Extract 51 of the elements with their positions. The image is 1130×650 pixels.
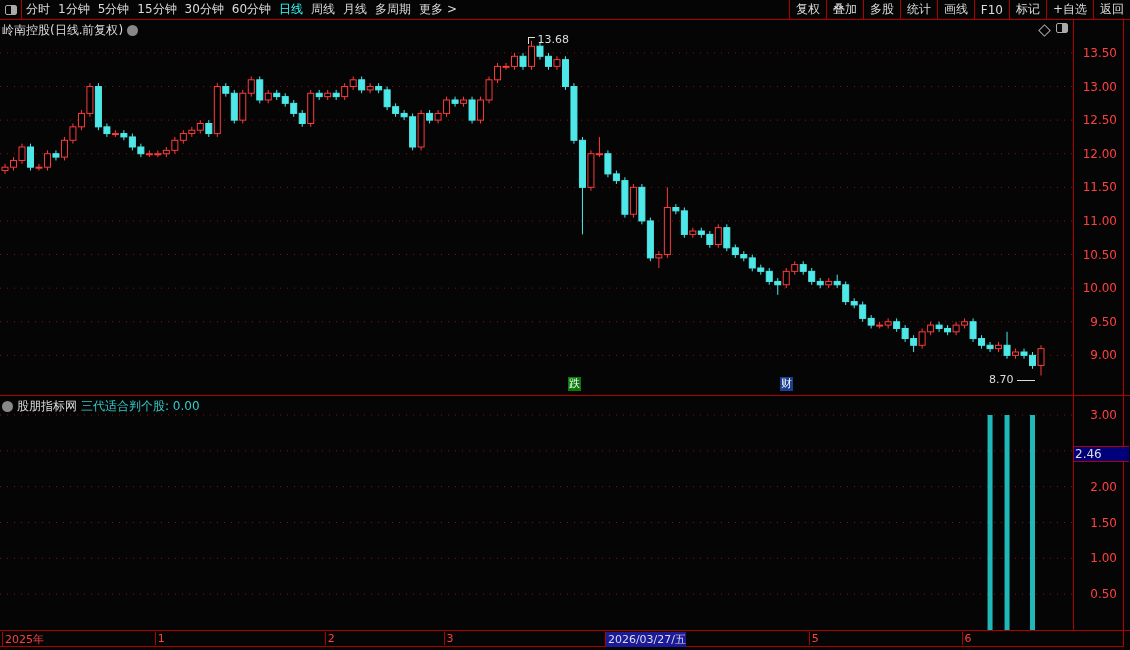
period-tab[interactable]: 30分钟: [180, 0, 228, 19]
date-label: 6: [961, 632, 972, 645]
date-label: 5: [808, 632, 819, 645]
period-tab[interactable]: 周线: [307, 0, 340, 19]
toolbar-button[interactable]: F10: [973, 0, 1009, 19]
panel-toggle-icon[interactable]: [1056, 23, 1068, 33]
axis-label: 11.50: [1082, 180, 1117, 195]
axis-label: 3.00: [1090, 408, 1117, 422]
toolbar-button[interactable]: +自选: [1045, 0, 1093, 19]
date-label: 2025年: [2, 632, 44, 647]
axis-label: 11.00: [1082, 213, 1117, 228]
indicator-value: 三代适合判个股: 0.00: [81, 398, 200, 415]
period-tab[interactable]: 60分钟: [227, 0, 276, 19]
axis-label: 1.00: [1090, 551, 1117, 566]
period-tab[interactable]: 15分钟: [133, 0, 181, 19]
cursor-value-label: 2.46: [1074, 445, 1129, 462]
period-tab[interactable]: 月线: [339, 0, 372, 19]
more-button[interactable]: 更多 >: [415, 0, 461, 19]
axis-label: 2.00: [1090, 479, 1117, 494]
axis-label: 10.50: [1082, 247, 1117, 262]
period-tab[interactable]: 多周期: [371, 0, 416, 19]
toolbar-button[interactable]: 叠加: [825, 0, 863, 19]
price-label: 8.70: [989, 372, 1014, 386]
toolbar-button[interactable]: 多股: [862, 0, 900, 19]
date-label: 1: [154, 632, 165, 645]
event-marker: 跌: [567, 377, 581, 391]
date-label: 2: [324, 632, 335, 645]
toolbar-button[interactable]: 标记: [1008, 0, 1046, 19]
axis-label: 9.50: [1090, 314, 1117, 329]
axis-label: 1.50: [1090, 515, 1117, 530]
cursor-date-label: 2026/03/27/五: [604, 632, 686, 647]
chart-title: 岭南控股(日线.前复权): [2, 22, 124, 39]
axis-label: 12.50: [1082, 113, 1117, 128]
period-tab[interactable]: 分时: [22, 0, 54, 19]
toolbar-button[interactable]: 画线: [936, 0, 974, 19]
indicator-source: 股朋指标网: [17, 398, 77, 415]
axis-label: 13.00: [1082, 79, 1117, 94]
axis-label: 9.00: [1090, 348, 1117, 363]
period-tab[interactable]: 5分钟: [93, 0, 134, 19]
event-marker: 财: [780, 377, 794, 391]
price-label: 13.68: [537, 32, 569, 46]
date-label: 3: [443, 632, 454, 645]
axis-label: 13.50: [1082, 45, 1117, 60]
period-tab[interactable]: 日线: [275, 0, 308, 19]
axis-label: 0.50: [1090, 587, 1117, 602]
toolbar-button[interactable]: 返回: [1093, 0, 1130, 19]
axis-label: 12.00: [1082, 146, 1117, 161]
axis-label: 10.00: [1082, 281, 1117, 296]
period-tab[interactable]: 1分钟: [54, 0, 94, 19]
toolbar-button[interactable]: 统计: [899, 0, 937, 19]
toolbar-button[interactable]: 复权: [788, 0, 826, 19]
